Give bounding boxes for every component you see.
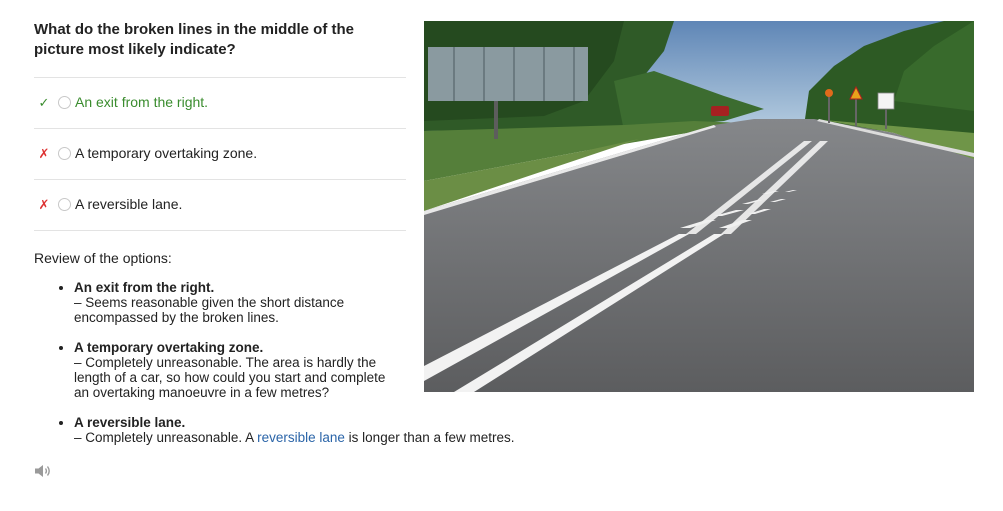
cross-icon: ✗: [38, 197, 50, 212]
review-text-before: – Completely unreasonable. A: [74, 430, 258, 445]
option-label[interactable]: An exit from the right.: [75, 94, 208, 110]
cross-icon: ✗: [38, 146, 50, 161]
review-item-title: A reversible lane.: [74, 415, 186, 430]
question-panel: What do the broken lines in the middle o…: [34, 20, 515, 460]
review-item-text: – Seems reasonable given the short dista…: [74, 295, 345, 325]
option-overtaking-zone[interactable]: ✗ A temporary overtaking zone.: [34, 129, 406, 180]
review-title: Review of the options:: [34, 250, 172, 266]
review-item-text: – Completely unreasonable. A reversible …: [74, 430, 534, 445]
radio-button[interactable]: [58, 147, 71, 160]
reversible-lane-link[interactable]: reversible lane: [257, 430, 345, 445]
question-text: What do the broken lines in the middle o…: [34, 20, 406, 78]
radio-button[interactable]: [58, 198, 71, 211]
option-label[interactable]: A temporary overtaking zone.: [75, 145, 257, 161]
checkmark-icon: ✓: [38, 95, 50, 110]
review-item: A reversible lane. – Completely unreason…: [74, 415, 554, 445]
option-reversible-lane[interactable]: ✗ A reversible lane.: [34, 180, 406, 231]
road-photo: [424, 21, 974, 392]
radio-button[interactable]: [58, 96, 71, 109]
speaker-icon[interactable]: [34, 464, 52, 478]
option-exit-right[interactable]: ✓ An exit from the right.: [34, 78, 406, 129]
option-label[interactable]: A reversible lane.: [75, 196, 182, 212]
review-item-text: – Completely unreasonable. The area is h…: [74, 355, 386, 400]
review-text-after: is longer than a few metres.: [344, 430, 515, 445]
